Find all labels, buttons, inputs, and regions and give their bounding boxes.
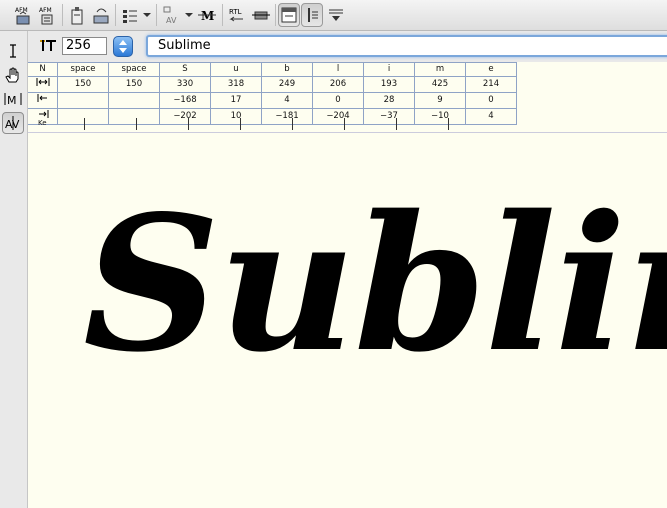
kern-menu-icon[interactable]: AV: [160, 3, 184, 27]
view-options-icon[interactable]: [119, 3, 141, 27]
width-cell[interactable]: 150: [108, 76, 160, 93]
font-size-stepper[interactable]: [113, 36, 133, 57]
glyph-name-cell[interactable]: space: [57, 62, 109, 77]
metrics-m-icon[interactable]: M: [2, 88, 24, 110]
width-cell[interactable]: 214: [465, 76, 517, 93]
width-cell[interactable]: 318: [210, 76, 262, 93]
glyph-name-cell[interactable]: e: [465, 62, 517, 77]
width-icon: [28, 76, 58, 93]
width-cell[interactable]: 330: [159, 76, 211, 93]
width-cell[interactable]: 193: [363, 76, 415, 93]
font-size-input[interactable]: 256: [62, 37, 107, 55]
sample-text-preview: Sublime: [83, 174, 667, 393]
sample-text-input[interactable]: Sublime: [146, 35, 667, 57]
kern-tick[interactable]: [396, 118, 397, 130]
clipboard-icon[interactable]: [66, 3, 88, 27]
table-row: N space space S u b l i m e: [28, 62, 517, 77]
kern-row-label: Ke: [38, 119, 47, 127]
baseline-icon[interactable]: [250, 3, 272, 27]
dropdown-icon[interactable]: [142, 3, 152, 27]
glyph-name-cell[interactable]: u: [210, 62, 262, 77]
kern-av-icon[interactable]: AV: [2, 112, 24, 134]
width-cell[interactable]: 206: [312, 76, 364, 93]
hand-icon[interactable]: [2, 64, 24, 86]
kerning-row: Ke: [28, 118, 528, 132]
width-cell[interactable]: 150: [57, 76, 109, 93]
glyph-name-cell[interactable]: space: [108, 62, 160, 77]
glyph-name-cell[interactable]: l: [312, 62, 364, 77]
lbearing-cell[interactable]: −168: [159, 92, 211, 109]
kern-tick[interactable]: [84, 118, 85, 130]
lbearing-icon: [28, 92, 58, 109]
dropdown-icon[interactable]: [326, 3, 346, 27]
width-cell[interactable]: 425: [414, 76, 466, 93]
paste-icon[interactable]: [90, 3, 112, 27]
dropdown-icon[interactable]: [184, 3, 194, 27]
kern-tick[interactable]: [240, 118, 241, 130]
svg-text:AV: AV: [5, 118, 20, 131]
text-cursor-icon[interactable]: [2, 40, 24, 62]
glyph-name-cell[interactable]: m: [414, 62, 466, 77]
view-top-icon[interactable]: [278, 3, 300, 27]
metrics-table: N space space S u b l i m e 150 150 330 …: [28, 62, 517, 125]
lbearing-cell[interactable]: 4: [261, 92, 313, 109]
font-size-icon: [40, 38, 56, 58]
main-toolbar: AFM AFM AV M RTL: [0, 0, 667, 31]
metrics-panel: N space space S u b l i m e 150 150 330 …: [28, 62, 667, 133]
lbearing-cell[interactable]: 0: [312, 92, 364, 109]
svg-text:M: M: [201, 9, 214, 23]
glyph-name-cell[interactable]: S: [159, 62, 211, 77]
rtl-icon[interactable]: RTL: [226, 3, 248, 27]
lbearing-cell[interactable]: 9: [414, 92, 466, 109]
kern-tick[interactable]: [448, 118, 449, 130]
auto-kern-icon[interactable]: M: [196, 3, 218, 27]
view-side-icon[interactable]: [301, 3, 323, 27]
lbearing-cell[interactable]: [57, 92, 109, 109]
kern-tick[interactable]: [136, 118, 137, 130]
afm-import-icon[interactable]: AFM: [12, 3, 34, 27]
afm-export-icon[interactable]: AFM: [36, 3, 58, 27]
svg-text:M: M: [7, 94, 17, 107]
tool-palette: M AV: [0, 31, 28, 508]
lbearing-cell[interactable]: 17: [210, 92, 262, 109]
svg-text:AV: AV: [166, 16, 177, 25]
table-row: −168 17 4 0 28 9 0: [28, 92, 517, 109]
lbearing-cell[interactable]: 28: [363, 92, 415, 109]
kern-tick[interactable]: [292, 118, 293, 130]
glyph-name-cell[interactable]: i: [363, 62, 415, 77]
width-cell[interactable]: 249: [261, 76, 313, 93]
table-row: 150 150 330 318 249 206 193 425 214: [28, 76, 517, 93]
glyph-preview-canvas[interactable]: Sublime: [28, 133, 667, 508]
kern-tick[interactable]: [188, 118, 189, 130]
row-label-name: N: [28, 62, 58, 77]
lbearing-cell[interactable]: 0: [465, 92, 517, 109]
lbearing-cell[interactable]: [108, 92, 160, 109]
glyph-name-cell[interactable]: b: [261, 62, 313, 77]
svg-text:RTL: RTL: [229, 8, 242, 16]
kern-tick[interactable]: [344, 118, 345, 130]
svg-text:AFM: AFM: [39, 7, 52, 14]
